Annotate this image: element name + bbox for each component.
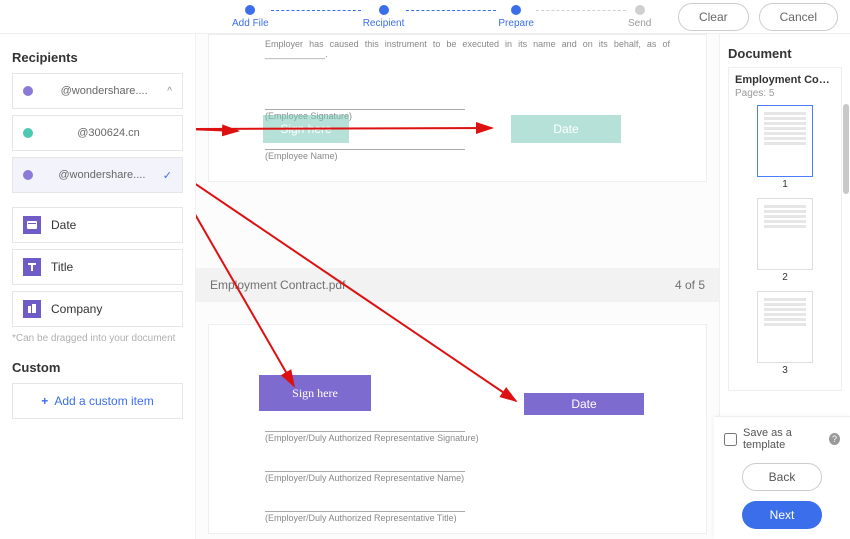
- recipient-label: @wondershare....: [45, 85, 163, 97]
- filename-label: Employment Contract.pdf: [210, 278, 345, 292]
- page-thumb-1[interactable]: [757, 105, 813, 177]
- add-custom-item-button[interactable]: + Add a custom item: [12, 383, 183, 419]
- document-heading: Document: [728, 46, 842, 61]
- step-label: Recipient: [363, 18, 405, 29]
- clear-button[interactable]: Clear: [678, 3, 749, 31]
- step-dot-prepare[interactable]: [511, 5, 521, 15]
- page-thumb-2[interactable]: [757, 198, 813, 270]
- color-dot: [23, 128, 33, 138]
- sidebar: Recipients @wondershare.... ^ @300624.cn…: [0, 34, 195, 539]
- page-thumb-3[interactable]: [757, 291, 813, 363]
- step-label: Send: [628, 18, 651, 29]
- save-template-checkbox[interactable]: [724, 433, 737, 446]
- step-label: Prepare: [498, 18, 534, 29]
- save-template-label: Save as a template: [743, 427, 829, 451]
- step-dot-send[interactable]: [635, 5, 645, 15]
- step-label: Add File: [232, 18, 269, 29]
- title-label-2: (Employer/Duly Authorized Representative…: [265, 513, 457, 523]
- field-label: Date: [51, 218, 76, 232]
- field-company[interactable]: Company: [12, 291, 183, 327]
- stepper: Add File Recipient Prepare Send: [232, 5, 651, 29]
- thumb-number: 3: [735, 365, 835, 376]
- step-dot-addfile[interactable]: [245, 5, 255, 15]
- field-label: Title: [51, 260, 73, 274]
- thumb-number: 2: [735, 272, 835, 283]
- doc-title: Employment Cont...: [735, 74, 835, 86]
- recipient-label: @300624.cn: [45, 127, 172, 139]
- pages-label: Pages: 5: [735, 88, 835, 99]
- recipients-heading: Recipients: [12, 50, 183, 65]
- recipient-item-3[interactable]: @wondershare.... ✓: [12, 157, 183, 193]
- sig-label-2: (Employer/Duly Authorized Representative…: [265, 433, 479, 443]
- title-icon: [23, 258, 41, 276]
- field-label: Company: [51, 302, 102, 316]
- recipient-label: @wondershare....: [45, 169, 159, 181]
- doc-page-bottom: Sign here Date (Employer/Duly Authorized…: [208, 324, 707, 534]
- plus-icon: +: [41, 394, 48, 408]
- body-text: Employer has caused this instrument to b…: [265, 39, 670, 59]
- action-panel: Save as a template ? Back Next: [714, 416, 850, 539]
- document-canvas[interactable]: Employer has caused this instrument to b…: [195, 34, 720, 539]
- next-button[interactable]: Next: [742, 501, 822, 529]
- date-placeholder-purple[interactable]: Date: [524, 393, 644, 415]
- help-icon[interactable]: ?: [829, 433, 840, 445]
- name-label: (Employee Name): [265, 151, 338, 161]
- step-dot-recipient[interactable]: [379, 5, 389, 15]
- custom-add-label: Add a custom item: [54, 394, 153, 408]
- date-placeholder-teal[interactable]: Date: [511, 115, 621, 143]
- name-label-2: (Employer/Duly Authorized Representative…: [265, 473, 464, 483]
- doc-page-top: Employer has caused this instrument to b…: [208, 34, 707, 182]
- back-button[interactable]: Back: [742, 463, 822, 491]
- top-bar: Add File Recipient Prepare Send Clear Ca…: [0, 0, 850, 34]
- color-dot: [23, 86, 33, 96]
- company-icon: [23, 300, 41, 318]
- page-banner: Employment Contract.pdf 4 of 5: [196, 268, 719, 302]
- check-icon: ✓: [163, 169, 172, 182]
- sign-placeholder-purple[interactable]: Sign here: [259, 375, 371, 411]
- thumbnail-card: Employment Cont... Pages: 5 1 2 3: [728, 67, 842, 391]
- thumb-scrollbar[interactable]: [843, 104, 849, 194]
- save-template-row[interactable]: Save as a template ?: [724, 427, 840, 451]
- field-date[interactable]: Date: [12, 207, 183, 243]
- sign-placeholder-teal[interactable]: Sign here: [263, 115, 349, 143]
- recipient-item-1[interactable]: @wondershare.... ^: [12, 73, 183, 109]
- thumb-number: 1: [735, 179, 835, 190]
- drag-hint: *Can be dragged into your document: [12, 333, 183, 344]
- page-position-label: 4 of 5: [675, 278, 705, 292]
- chevron-up-icon: ^: [167, 86, 172, 97]
- cancel-button[interactable]: Cancel: [759, 3, 838, 31]
- custom-heading: Custom: [12, 360, 183, 375]
- color-dot: [23, 170, 33, 180]
- date-icon: [23, 216, 41, 234]
- field-title[interactable]: Title: [12, 249, 183, 285]
- recipient-item-2[interactable]: @300624.cn: [12, 115, 183, 151]
